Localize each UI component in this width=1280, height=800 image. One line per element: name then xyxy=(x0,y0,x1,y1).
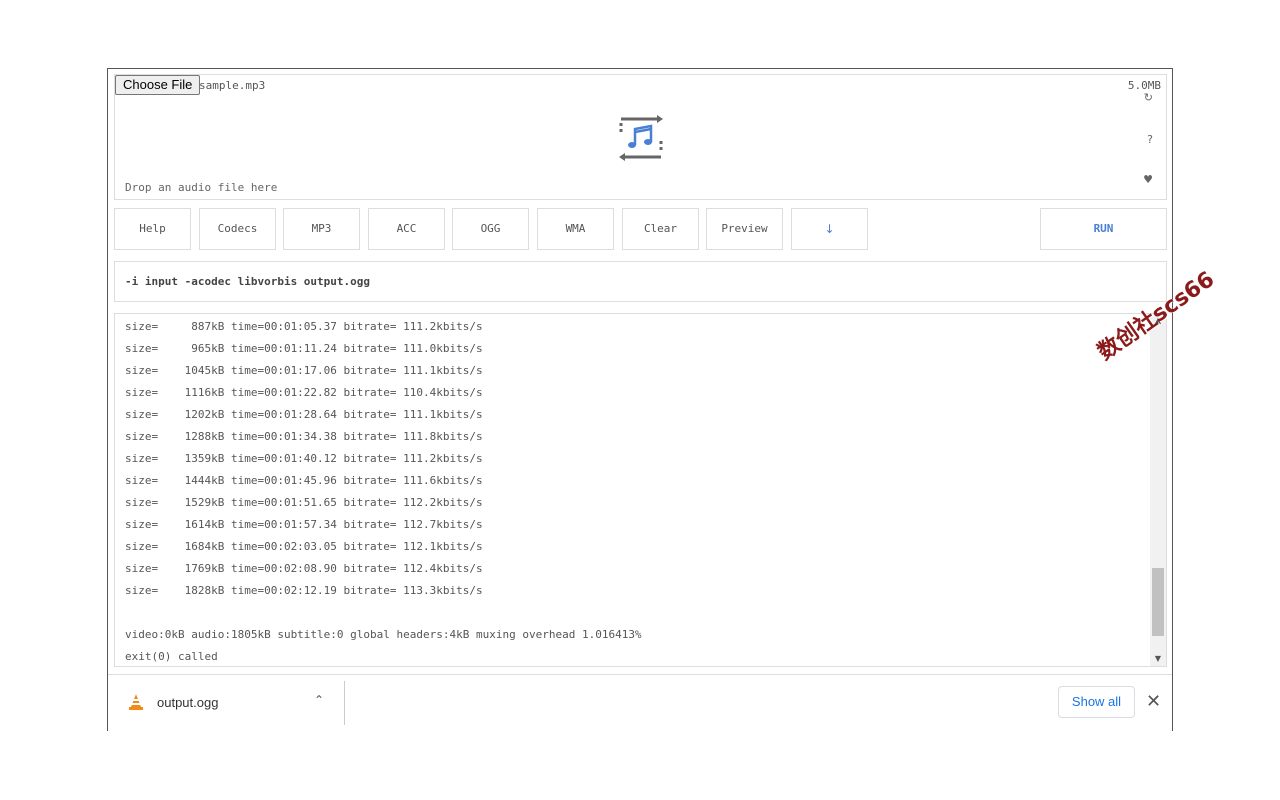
refresh-icon[interactable]: ↻ xyxy=(1144,91,1153,104)
wma-preset-button[interactable]: WMA xyxy=(537,208,614,250)
log-line: size= 1359kB time=00:01:40.12 bitrate= 1… xyxy=(125,452,483,465)
download-item[interactable]: output.ogg ⌃ xyxy=(108,675,345,731)
selected-file-name: sample.mp3 xyxy=(199,79,266,92)
log-line: size= 1288kB time=00:01:34.38 bitrate= 1… xyxy=(125,430,483,443)
log-line: size= 1529kB time=00:01:51.65 bitrate= 1… xyxy=(125,496,483,509)
choose-file-button[interactable]: Choose File xyxy=(115,75,201,95)
close-icon[interactable]: ✕ xyxy=(1146,691,1161,712)
clear-button[interactable]: Clear xyxy=(622,208,699,250)
ogg-preset-button[interactable]: OGG xyxy=(452,208,529,250)
audio-drop-zone[interactable]: Choose File sample.mp3 5.0MB ↻ ? ♥ Drop … xyxy=(114,74,1167,200)
download-arrow-icon: ↓ xyxy=(824,222,835,236)
acc-preset-button[interactable]: ACC xyxy=(368,208,445,250)
drop-hint: Drop an audio file here xyxy=(125,181,278,194)
codecs-button[interactable]: Codecs xyxy=(199,208,276,250)
help-button[interactable]: Help xyxy=(114,208,191,250)
log-line: size= 1116kB time=00:01:22.82 bitrate= 1… xyxy=(125,386,483,399)
log-line: size= 1769kB time=00:02:08.90 bitrate= 1… xyxy=(125,562,483,575)
scroll-down-arrow-icon[interactable]: ▼ xyxy=(1150,652,1166,666)
divider xyxy=(344,681,345,725)
preview-button[interactable]: Preview xyxy=(706,208,783,250)
log-line: size= 1045kB time=00:01:17.06 bitrate= 1… xyxy=(125,364,483,377)
log-line: size= 1684kB time=00:02:03.05 bitrate= 1… xyxy=(125,540,483,553)
audio-convert-icon xyxy=(619,115,663,161)
vlc-cone-icon xyxy=(129,694,143,710)
app-frame: Choose File sample.mp3 5.0MB ↻ ? ♥ Drop … xyxy=(107,68,1173,731)
log-scrollbar[interactable]: ▲ ▼ xyxy=(1150,314,1166,666)
chevron-up-icon[interactable]: ⌃ xyxy=(314,693,324,707)
log-line: size= 1828kB time=00:02:12.19 bitrate= 1… xyxy=(125,584,483,597)
scroll-thumb[interactable] xyxy=(1152,568,1164,636)
help-question-icon[interactable]: ? xyxy=(1147,133,1153,146)
log-line: size= 1444kB time=00:01:45.96 bitrate= 1… xyxy=(125,474,483,487)
show-all-button[interactable]: Show all xyxy=(1058,686,1135,718)
log-line: exit(0) called xyxy=(125,650,218,663)
command-input[interactable]: -i input -acodec libvorbis output.ogg xyxy=(114,261,1167,302)
run-button[interactable]: RUN xyxy=(1040,208,1167,250)
output-log: size= 887kB time=00:01:05.37 bitrate= 11… xyxy=(114,313,1167,667)
log-line: size= 1614kB time=00:01:57.34 bitrate= 1… xyxy=(125,518,483,531)
log-line: size= 965kB time=00:01:11.24 bitrate= 11… xyxy=(125,342,483,355)
log-line: size= 1202kB time=00:01:28.64 bitrate= 1… xyxy=(125,408,483,421)
downloads-bar: output.ogg ⌃ Show all ✕ xyxy=(108,674,1172,731)
download-button[interactable]: ↓ xyxy=(791,208,868,250)
log-line: size= 887kB time=00:01:05.37 bitrate= 11… xyxy=(125,320,483,333)
mp3-preset-button[interactable]: MP3 xyxy=(283,208,360,250)
heart-icon[interactable]: ♥ xyxy=(1143,173,1153,186)
download-file-name: output.ogg xyxy=(157,695,219,710)
log-line: video:0kB audio:1805kB subtitle:0 global… xyxy=(125,628,642,641)
